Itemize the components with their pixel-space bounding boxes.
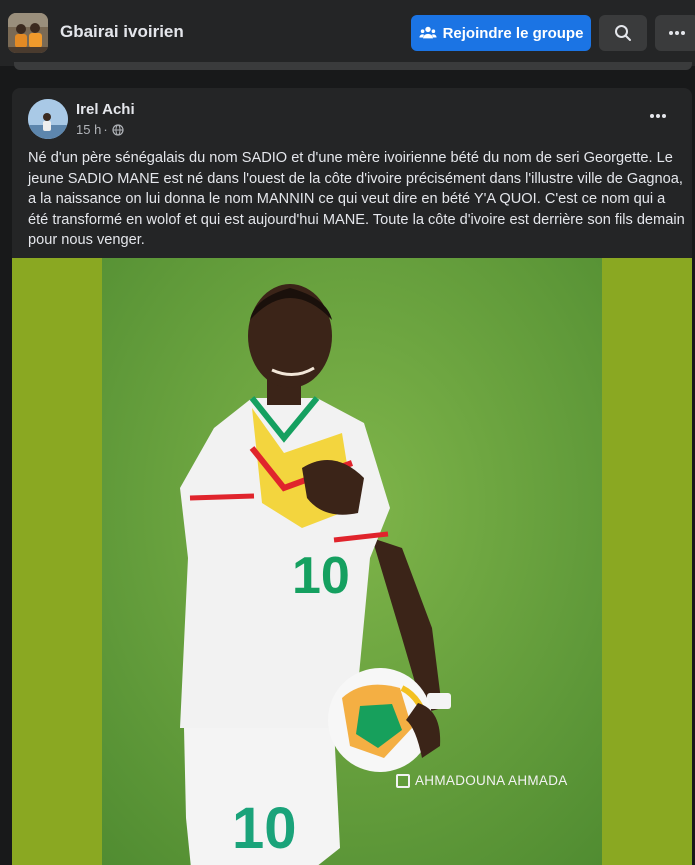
search-button[interactable] bbox=[599, 15, 647, 51]
group-avatar[interactable] bbox=[8, 13, 48, 53]
more-options-button[interactable] bbox=[655, 15, 695, 51]
post-text: Né d'un père sénégalais du nom SADIO et … bbox=[28, 150, 685, 248]
post-time[interactable]: 15 h bbox=[76, 122, 101, 137]
more-dots-icon bbox=[669, 31, 685, 35]
image-watermark: AHMADOUNA AHMADA bbox=[396, 773, 568, 788]
watermark-text: AHMADOUNA AHMADA bbox=[415, 773, 568, 788]
group-icon bbox=[419, 26, 437, 39]
more-dots-icon bbox=[650, 114, 666, 118]
post-meta: 15 h · bbox=[76, 122, 124, 137]
camera-icon bbox=[396, 773, 410, 788]
author-name[interactable]: Irel Achi bbox=[76, 101, 135, 118]
group-name[interactable]: Gbairai ivoirien bbox=[60, 22, 184, 42]
author-avatar[interactable] bbox=[28, 99, 68, 139]
join-group-label: Rejoindre le groupe bbox=[442, 24, 584, 42]
post-options-button[interactable] bbox=[640, 102, 676, 130]
header-divider bbox=[14, 62, 692, 70]
jersey-number: 10 bbox=[292, 547, 350, 605]
shorts-number: 10 bbox=[232, 796, 297, 861]
join-group-button[interactable]: Rejoindre le groupe bbox=[411, 15, 591, 51]
search-icon bbox=[615, 25, 631, 41]
post-card: Irel Achi 15 h · Né d'un père sénégalais… bbox=[12, 88, 692, 865]
group-header: Gbairai ivoirien Rejoindre le groupe bbox=[0, 0, 695, 66]
post-image[interactable]: 10 10 AHMADOUNA AHMADA bbox=[12, 258, 692, 865]
globe-icon bbox=[112, 123, 124, 136]
